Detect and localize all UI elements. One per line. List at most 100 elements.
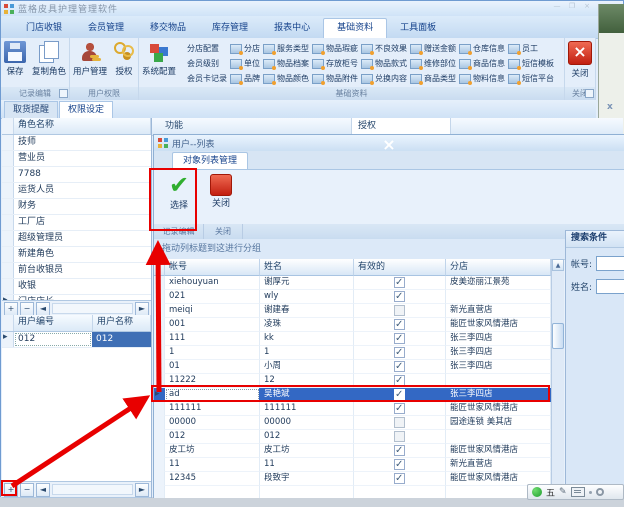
role-row[interactable]: 工厂店 xyxy=(2,215,151,231)
table-row[interactable]: 11 11 新光直营店 xyxy=(154,458,551,472)
ribbon-small-button[interactable]: 物品瑕疵 xyxy=(312,41,358,56)
perm-col-function[interactable]: 功能 xyxy=(151,118,352,135)
table-row[interactable]: 1 1 张三李四店 xyxy=(154,346,551,360)
col-name[interactable]: 姓名 xyxy=(260,259,354,276)
scroll-left-icon[interactable]: ◄ xyxy=(36,483,50,497)
col-valid[interactable]: 有效的 xyxy=(354,259,446,276)
add-user-button[interactable]: + xyxy=(4,483,18,497)
ribbon-small-button[interactable]: 物品款式 xyxy=(361,56,407,71)
ribbon-small-button[interactable]: 商品信息 xyxy=(459,56,505,71)
table-row[interactable]: 111111 111111 能匠世家风情港店 xyxy=(154,402,551,416)
ribbon-close-button[interactable]: 关闭 xyxy=(565,39,595,87)
ribbon-small-button[interactable]: 物品档案 xyxy=(263,56,309,71)
role-row[interactable]: 收银 xyxy=(2,279,151,295)
user-name-header[interactable]: 用户名称 xyxy=(93,315,151,331)
roles-header-cell[interactable]: 角色名称 xyxy=(14,118,151,134)
valid-checkbox[interactable] xyxy=(394,277,405,288)
valid-checkbox[interactable] xyxy=(394,445,405,456)
close-icon[interactable]: × xyxy=(581,2,593,10)
ribbon-small-button[interactable]: 物料信息 xyxy=(459,71,505,86)
dialog-launcher-icon[interactable] xyxy=(59,89,68,98)
table-row[interactable]: 00000 00000 园途连锁 美其店 xyxy=(154,416,551,430)
ribbon-small-button[interactable]: 赠送金额 xyxy=(410,41,456,56)
role-row[interactable]: 超级管理员 xyxy=(2,231,151,247)
role-row[interactable]: 营业员 xyxy=(2,151,151,167)
table-row[interactable]: 01 小周 张三李四店 xyxy=(154,360,551,374)
ribbon-small-button[interactable]: 不良效果 xyxy=(361,41,407,56)
ribbon-small-button[interactable]: 物品颜色 xyxy=(263,71,309,86)
table-row[interactable]: 021 wly xyxy=(154,290,551,304)
valid-checkbox[interactable] xyxy=(394,417,405,428)
search-input[interactable] xyxy=(596,279,624,294)
ribbon-small-button[interactable]: 员工 xyxy=(508,41,554,56)
ribbon-small-button[interactable]: 仓库信息 xyxy=(459,41,505,56)
table-row[interactable]: meiqi 谢建春 新光直营店 xyxy=(154,304,551,318)
role-row[interactable]: 财务 xyxy=(2,199,151,215)
remove-button[interactable]: − xyxy=(20,302,34,316)
pencil-icon[interactable]: ✎ xyxy=(559,487,567,497)
user-code-header[interactable]: 用户编号 xyxy=(14,315,93,331)
minimize-icon[interactable]: — xyxy=(551,2,563,10)
add-button[interactable]: + xyxy=(4,302,18,316)
ribbon-small-button[interactable]: 会员级别 xyxy=(181,56,227,71)
panel-close-icon[interactable]: x xyxy=(607,102,613,112)
role-row[interactable]: 7788 xyxy=(2,167,151,183)
ribbon-tab[interactable]: 移交物品 xyxy=(137,19,199,38)
ribbon-small-button[interactable]: 分店 xyxy=(230,41,260,56)
ribbon-tab[interactable]: 工具面板 xyxy=(387,19,449,38)
ribbon-small-button[interactable]: 短信平台 xyxy=(508,71,554,86)
dialog-close-button[interactable]: 关闭 xyxy=(200,170,242,224)
table-row[interactable]: 11222 12 xyxy=(154,374,551,388)
table-row[interactable]: 111 kk 张三李四店 xyxy=(154,332,551,346)
table-row[interactable]: 12345 段致宇 能匠世家风情港店 xyxy=(154,472,551,486)
valid-checkbox[interactable] xyxy=(394,305,405,316)
valid-checkbox[interactable] xyxy=(394,361,405,372)
perm-col-authorize[interactable]: 授权 xyxy=(352,118,451,135)
valid-checkbox[interactable] xyxy=(394,291,405,302)
ribbon-small-button[interactable]: 商品类型 xyxy=(410,71,456,86)
valid-checkbox[interactable] xyxy=(394,389,405,400)
page-tab[interactable]: 取货提醒 xyxy=(4,101,58,118)
ribbon-small-button[interactable]: 单位 xyxy=(230,56,260,71)
dialog-launcher-icon[interactable] xyxy=(585,89,594,98)
table-row[interactable]: 001 凌珠 能匠世家风情港店 xyxy=(154,318,551,332)
col-branch[interactable]: 分店 xyxy=(446,259,551,276)
table-vertical-scrollbar[interactable]: ▲ ▼ xyxy=(551,259,564,498)
ribbon-tab[interactable]: 报表中心 xyxy=(261,19,323,38)
valid-checkbox[interactable] xyxy=(394,375,405,386)
page-tab[interactable]: 权限设定 xyxy=(59,101,113,118)
group-by-bar[interactable]: 拖动列标题到这进行分组 xyxy=(154,239,624,260)
valid-checkbox[interactable] xyxy=(394,459,405,470)
ribbon-tab[interactable]: 门店收银 xyxy=(13,19,75,38)
ribbon-small-button[interactable]: 存放柜号 xyxy=(312,56,358,71)
ime-state-icon[interactable] xyxy=(532,487,542,497)
keyboard-icon[interactable] xyxy=(571,487,585,497)
ribbon-tab[interactable]: 库存管理 xyxy=(199,19,261,38)
ribbon-tab[interactable]: 会员管理 xyxy=(75,19,137,38)
role-row[interactable]: 前台收银员 xyxy=(2,263,151,279)
valid-checkbox[interactable] xyxy=(394,347,405,358)
user-row[interactable]: 012 012 xyxy=(2,332,151,348)
copy-role-button[interactable]: 复制角色 xyxy=(29,39,69,87)
ribbon-small-button[interactable]: 分店配置 xyxy=(181,41,227,56)
scroll-right-icon[interactable]: ► xyxy=(135,483,149,497)
table-row[interactable]: xiehouyuan 谢厚元 皮美迩丽江景苑 xyxy=(154,276,551,290)
scrollbar-track[interactable] xyxy=(52,484,133,495)
role-row[interactable]: 新建角色 xyxy=(2,247,151,263)
scrollbar-track[interactable] xyxy=(52,303,133,314)
authorize-button[interactable]: 授权 xyxy=(110,39,138,87)
search-input[interactable] xyxy=(596,256,624,271)
scroll-up-icon[interactable]: ▲ xyxy=(552,259,564,271)
settings-icon[interactable] xyxy=(596,488,604,496)
role-row[interactable]: 运货人员 xyxy=(2,183,151,199)
table-row[interactable]: ad 吴艳斌 张三李四店 xyxy=(154,388,551,402)
remove-user-button[interactable]: − xyxy=(20,483,34,497)
ribbon-small-button[interactable]: 会员卡记录 xyxy=(181,71,227,86)
role-row[interactable]: 技师 xyxy=(2,135,151,151)
table-row[interactable]: 012 012 xyxy=(154,430,551,444)
ribbon-tab[interactable]: 基础资料 xyxy=(323,18,387,38)
ribbon-small-button[interactable]: 服务类型 xyxy=(263,41,309,56)
maximize-icon[interactable]: ❐ xyxy=(566,2,578,10)
table-row[interactable]: 皮工坊 皮工坊 能匠世家风情港店 xyxy=(154,444,551,458)
ime-mode-label[interactable]: 五 xyxy=(546,486,555,499)
